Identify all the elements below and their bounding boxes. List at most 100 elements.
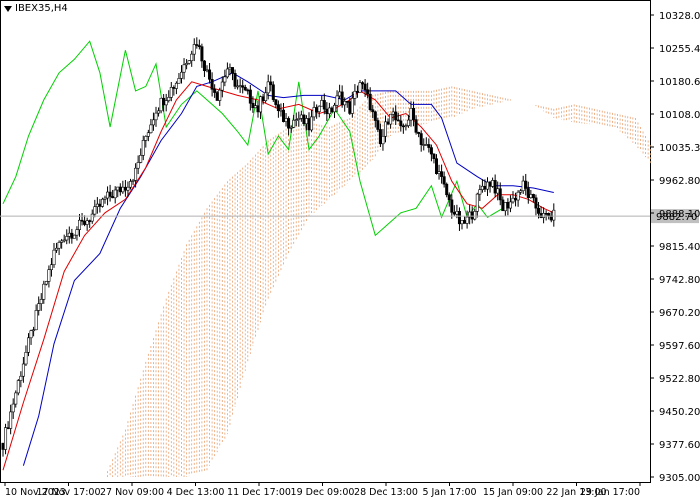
candle-body [304, 118, 308, 125]
candle-body [253, 105, 257, 109]
candle-body [419, 133, 423, 145]
candle-body [429, 147, 433, 155]
candle-body [174, 82, 178, 89]
candle-body [264, 92, 268, 102]
candle-body [294, 119, 298, 121]
candle-body [34, 310, 38, 331]
candle-body [243, 87, 247, 91]
candle-body [315, 107, 319, 112]
candle-body [208, 69, 212, 80]
candle-body [205, 69, 209, 72]
candle-body [516, 191, 520, 201]
candle-body [248, 89, 252, 104]
candle-body [534, 197, 538, 209]
candle-body [123, 186, 127, 191]
candle-body [182, 64, 186, 73]
candle-body [343, 100, 347, 106]
candle-body [473, 211, 477, 220]
candle-body [236, 85, 240, 88]
candle-body [440, 171, 444, 177]
candle-body [539, 213, 543, 218]
plot-area-frame [0, 0, 651, 483]
candle-body [361, 82, 365, 85]
candle-body [368, 93, 372, 110]
candle-body [19, 375, 23, 381]
candle-body [80, 219, 84, 222]
y-tick-label: 9305.00 [659, 473, 700, 484]
candle-body [228, 67, 232, 70]
candle-body [169, 87, 173, 98]
candle-body [261, 96, 265, 102]
candle-body [378, 129, 382, 145]
candle-body [327, 107, 331, 115]
candle-body [271, 84, 275, 100]
candle-body [414, 119, 418, 133]
candle-body [164, 100, 168, 106]
candle-body [215, 92, 219, 101]
candle-body [129, 181, 133, 188]
y-tick-label: 9597.60 [659, 341, 700, 352]
candle-body [498, 188, 502, 201]
candle-body [32, 329, 36, 332]
candle-body [289, 126, 293, 129]
candle-body [225, 68, 229, 78]
candle-body [406, 119, 410, 126]
candle-body [373, 111, 377, 121]
candle-body [409, 107, 413, 121]
candle-body [62, 239, 66, 242]
candle-body [427, 144, 431, 148]
candle-body [276, 104, 280, 112]
candle-body [11, 403, 15, 413]
candle-body [136, 162, 140, 169]
symbol-title-text: IBEX35,H4 [15, 3, 68, 14]
candle-body [65, 236, 69, 241]
x-axis: 10 Nov 202317 Nov 17:00 27 Nov 09:00 4 Dec… [4, 482, 641, 498]
candle-body [401, 125, 405, 128]
symbol-title[interactable]: IBEX35,H4 [4, 3, 68, 14]
candle-body [274, 99, 278, 105]
candle-body [297, 118, 301, 120]
candle-body [391, 111, 395, 115]
candle-body [167, 97, 171, 101]
candle-body [29, 330, 33, 339]
candle-body [465, 216, 469, 224]
candle-body [197, 45, 201, 47]
candle-body [37, 303, 41, 311]
candle-body [195, 44, 199, 46]
candle-body [126, 186, 130, 191]
candle-body [187, 60, 191, 64]
candle-body [57, 242, 61, 249]
candle-body [521, 180, 525, 192]
candle-body [508, 201, 512, 209]
candle-body [424, 144, 428, 146]
candle-body [491, 180, 495, 187]
candle-body [483, 185, 487, 190]
y-tick-label: 10328.00 [659, 11, 700, 22]
candle-body [180, 71, 184, 79]
ichimoku-chart[interactable]: 9882.70 10328.0010255.4010180.6010108.00… [0, 0, 700, 500]
x-tick-label: 15 Jan 09:00 [483, 487, 543, 498]
candle-body [307, 118, 311, 131]
candle-body [52, 249, 56, 266]
candle-body [157, 110, 161, 114]
candle-body [531, 194, 535, 199]
candle-body [172, 87, 176, 89]
candle-body [6, 427, 10, 429]
candle-body [202, 60, 206, 71]
y-tick-label: 9888.10 [659, 209, 700, 220]
candle-body [24, 352, 28, 365]
candle-body [241, 85, 245, 88]
x-tick-label: 19 Dec 09:00 [291, 487, 355, 498]
candle-body [544, 213, 548, 215]
y-tick-label: 9670.20 [659, 308, 700, 319]
candle-body [131, 180, 135, 182]
candle-body [330, 107, 334, 113]
x-tick-label: 27 Nov 09:00 [100, 487, 164, 498]
triangle-down-icon[interactable] [4, 5, 12, 12]
candle-body [159, 97, 163, 112]
y-tick-label: 9522.80 [659, 374, 700, 385]
candle-body [432, 153, 436, 159]
candle-body [146, 132, 150, 137]
candle-body [281, 109, 285, 122]
candle-body [363, 83, 367, 91]
